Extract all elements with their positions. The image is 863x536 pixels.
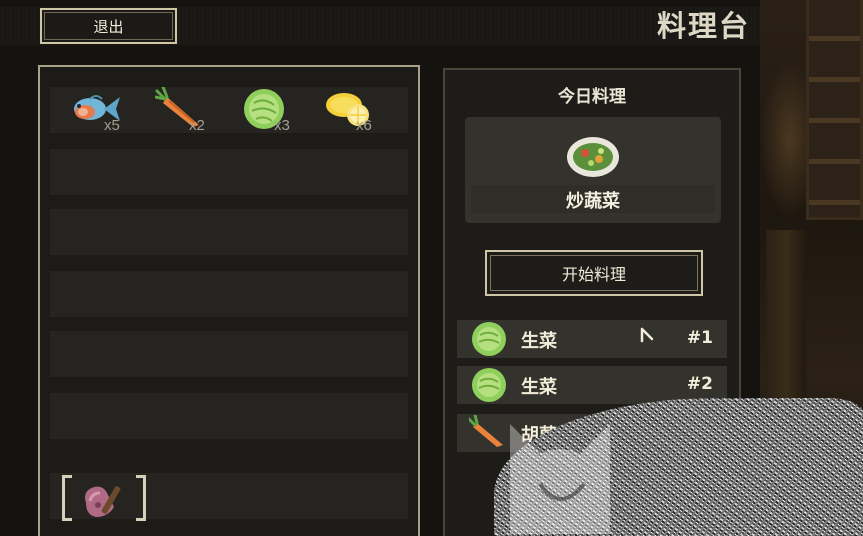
- watermark-overlay: [494, 398, 863, 536]
- inventory-row: [50, 209, 408, 255]
- page-title: 料理台: [656, 9, 750, 43]
- lettuce-icon: [472, 322, 506, 356]
- exit-button-label: 退出: [93, 17, 124, 36]
- ingredient-number: #2: [686, 374, 713, 394]
- inventory-panel: x5 x2 x3 x6: [38, 65, 420, 536]
- tool-slot[interactable]: [62, 475, 146, 527]
- ingredient-number: #1: [686, 328, 713, 348]
- inventory-row: [50, 149, 408, 195]
- cursor-arrow-icon: [640, 327, 654, 343]
- stir-fried-vegetables-icon: [567, 137, 619, 177]
- inventory-item-fish[interactable]: x5: [70, 87, 140, 139]
- lettuce-icon: [472, 368, 506, 402]
- inventory-row: [50, 393, 408, 439]
- bracket-left: [62, 475, 72, 521]
- ingredient-row-1[interactable]: 生菜 #1: [457, 320, 727, 358]
- dish-card[interactable]: 炒蔬菜: [465, 117, 721, 223]
- inventory-item-lettuce[interactable]: x3: [240, 87, 310, 139]
- item-count: x5: [104, 117, 120, 134]
- watermark-logo: [510, 424, 610, 534]
- item-count: x6: [356, 117, 372, 134]
- background-shelf: [806, 0, 863, 220]
- start-cooking-button[interactable]: 开始料理: [485, 250, 703, 296]
- ingredient-label: 生菜: [521, 331, 557, 352]
- inventory-item-carrot[interactable]: x2: [155, 87, 225, 139]
- item-count: x3: [274, 117, 290, 134]
- inventory-row: [50, 331, 408, 377]
- item-count: x2: [189, 117, 205, 134]
- inventory-row: [50, 271, 408, 317]
- inventory-item-lemon[interactable]: x6: [322, 87, 392, 139]
- dish-name: 炒蔬菜: [566, 191, 620, 212]
- today-label: 今日料理: [558, 87, 626, 107]
- exit-button[interactable]: 退出: [40, 8, 177, 44]
- cleaver-tool-icon: [85, 486, 121, 517]
- ingredient-label: 生菜: [521, 377, 557, 398]
- bracket-right: [136, 475, 146, 521]
- start-cooking-label: 开始料理: [561, 265, 626, 284]
